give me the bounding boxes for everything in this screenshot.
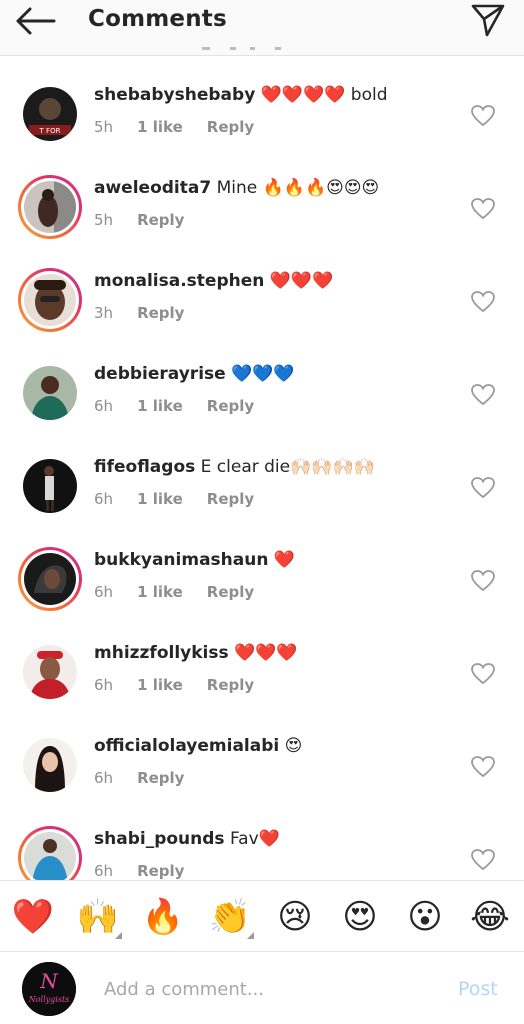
nollygists-logo-icon: N Nollygists — [22, 962, 76, 1016]
heart-outline-icon[interactable] — [470, 755, 496, 779]
comment-item: aweleodita7 Mine 🔥🔥🔥😍😍😍 5h Reply — [0, 175, 524, 270]
current-user-avatar[interactable]: N Nollygists — [22, 962, 76, 1016]
comment-time: 5h — [94, 211, 114, 229]
reply-button[interactable]: Reply — [207, 118, 254, 136]
page-title: Comments — [88, 6, 227, 32]
top-bar: Comments — [0, 0, 524, 56]
comment-username[interactable]: fifeoflagos — [94, 457, 195, 477]
heart-outline-icon[interactable] — [470, 197, 496, 221]
avatar[interactable] — [18, 454, 82, 518]
comment-item: mhizzfollykiss ❤️❤️❤️ 6h 1 like Reply — [0, 642, 524, 735]
comment-text: ❤️ — [273, 550, 296, 570]
comment-time: 6h — [94, 769, 114, 787]
tears-of-joy-emoji[interactable]: 😂 — [468, 895, 512, 939]
comment-text: ❤️❤️❤️❤️ bold — [260, 85, 388, 105]
comment-item: shabi_pounds Fav❤️ 6h Reply — [0, 826, 524, 880]
surprised-face-emoji[interactable]: 😮 — [403, 895, 447, 939]
avatar[interactable]: T FOR — [18, 82, 82, 146]
avatar[interactable] — [18, 268, 82, 332]
paper-plane-icon[interactable] — [470, 2, 506, 38]
like-count[interactable]: 1 like — [137, 583, 183, 601]
reply-button[interactable]: Reply — [207, 583, 254, 601]
heart-outline-icon[interactable] — [470, 383, 496, 407]
crying-face-emoji[interactable]: 😢 — [273, 895, 317, 939]
skin-tone-indicator — [247, 932, 254, 939]
avatar[interactable] — [18, 361, 82, 425]
logo-text: Nollygists — [28, 995, 70, 1004]
reply-button[interactable]: Reply — [137, 304, 184, 322]
comment-username[interactable]: aweleodita7 — [94, 178, 211, 198]
heart-outline-icon[interactable] — [470, 848, 496, 872]
comment-text: ❤️❤️❤️ — [234, 643, 298, 663]
comment-list[interactable]: T FOR shebabyshebaby ❤️❤️❤️❤️ bold 5h 1 l… — [0, 56, 524, 880]
comment-item: bukkyanimashaun ❤️ 6h 1 like Reply — [0, 547, 524, 642]
comment-username[interactable]: bukkyanimashaun — [94, 550, 268, 570]
comment-username[interactable]: mhizzfollykiss — [94, 643, 229, 663]
reply-button[interactable]: Reply — [137, 769, 184, 787]
comment-username[interactable]: shabi_pounds — [94, 829, 225, 849]
reply-button[interactable]: Reply — [207, 676, 254, 694]
svg-text:N: N — [39, 969, 59, 993]
comment-username[interactable]: shebabyshebaby — [94, 85, 255, 105]
clapping-hands-emoji[interactable]: 👏 — [208, 895, 254, 939]
back-arrow-icon[interactable] — [14, 6, 56, 36]
comment-item: T FOR shebabyshebaby ❤️❤️❤️❤️ bold 5h 1 l… — [0, 84, 524, 177]
reply-button[interactable]: Reply — [207, 490, 254, 508]
avatar[interactable] — [18, 640, 82, 704]
comment-time: 5h — [94, 118, 114, 136]
reply-button[interactable]: Reply — [137, 211, 184, 229]
heart-eyes-emoji[interactable]: 😍 — [338, 895, 382, 939]
cut-off-content — [202, 47, 281, 50]
comment-item: monalisa.stephen ❤️❤️❤️ 3h Reply — [0, 268, 524, 363]
red-heart-emoji[interactable]: ❤️ — [11, 895, 55, 939]
comment-time: 6h — [94, 397, 114, 415]
avatar[interactable] — [18, 175, 82, 239]
like-count[interactable]: 1 like — [137, 490, 183, 508]
comment-item: officialolayemialabi 😍 6h Reply — [0, 735, 524, 828]
heart-outline-icon[interactable] — [470, 662, 496, 686]
like-count[interactable]: 1 like — [137, 118, 183, 136]
comment-text: ❤️❤️❤️ — [269, 271, 334, 291]
comment-item: debbierayrise 💙💙💙 6h 1 like Reply — [0, 363, 524, 456]
heart-outline-icon[interactable] — [470, 476, 496, 500]
comment-text: E clear die🙌🏻🙌🏻🙌🏻🙌🏻 — [200, 457, 375, 477]
avatar[interactable] — [18, 733, 82, 797]
comment-username[interactable]: officialolayemialabi — [94, 736, 279, 756]
heart-outline-icon[interactable] — [470, 290, 496, 314]
raising-hands-emoji[interactable]: 🙌 — [76, 895, 122, 939]
comment-time: 6h — [94, 862, 114, 880]
comment-time: 6h — [94, 676, 114, 694]
reply-button[interactable]: Reply — [207, 397, 254, 415]
comment-text: 😍 — [284, 736, 303, 756]
like-count[interactable]: 1 like — [137, 397, 183, 415]
comment-composer: N Nollygists Post — [0, 952, 524, 1024]
fire-emoji[interactable]: 🔥 — [141, 895, 185, 939]
avatar[interactable] — [18, 547, 82, 611]
comment-time: 6h — [94, 490, 114, 508]
comment-username[interactable]: monalisa.stephen — [94, 271, 264, 291]
quick-emoji-bar: ❤️ 🙌 🔥 👏 😢 😍 😮 😂 — [0, 880, 524, 952]
skin-tone-indicator — [115, 932, 122, 939]
like-count[interactable]: 1 like — [137, 676, 183, 694]
comment-text: Mine 🔥🔥🔥😍😍😍 — [216, 178, 380, 198]
heart-outline-icon[interactable] — [470, 569, 496, 593]
comment-time: 3h — [94, 304, 114, 322]
avatar[interactable] — [18, 826, 82, 880]
post-button[interactable]: Post — [458, 978, 498, 1000]
reply-button[interactable]: Reply — [137, 862, 184, 880]
comment-text: 💙💙💙 — [231, 364, 295, 384]
clapping-hands-glyph: 👏 — [208, 897, 252, 937]
comment-time: 6h — [94, 583, 114, 601]
comment-username[interactable]: debbierayrise — [94, 364, 226, 384]
comment-input[interactable] — [104, 974, 434, 1004]
heart-outline-icon[interactable] — [470, 104, 496, 128]
comment-text: Fav❤️ — [229, 829, 280, 849]
raising-hands-glyph: 🙌 — [76, 897, 120, 937]
svg-text:T FOR: T FOR — [39, 127, 61, 135]
comment-item: fifeoflagos E clear die🙌🏻🙌🏻🙌🏻🙌🏻 6h 1 like… — [0, 456, 524, 549]
